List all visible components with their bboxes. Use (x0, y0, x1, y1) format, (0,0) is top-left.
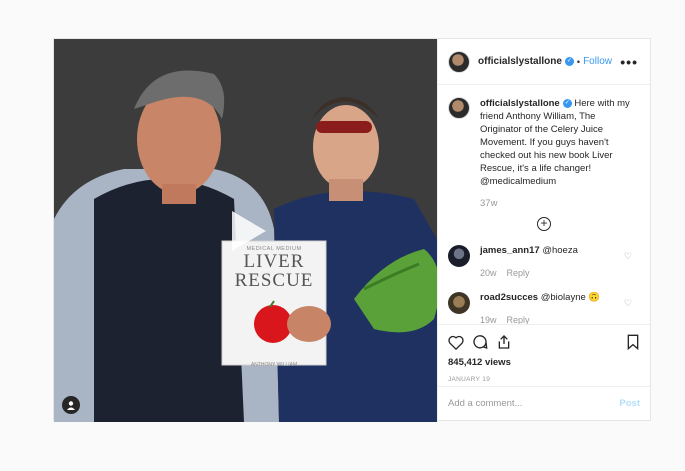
play-icon[interactable] (228, 209, 268, 253)
heart-icon[interactable]: ♡ (624, 251, 632, 262)
share-icon[interactable] (496, 334, 512, 350)
post-button[interactable]: Post (619, 398, 640, 409)
post-actions: 845,412 views JANUARY 19 (438, 324, 650, 386)
post-date[interactable]: JANUARY 19 (448, 376, 640, 383)
more-icon[interactable]: ••• (620, 54, 638, 70)
comment-text: @hoeza (542, 245, 578, 256)
caption-time[interactable]: 37w (480, 198, 640, 209)
post-sidebar: officialslystallone ✓ • Follow ••• offic… (437, 39, 650, 420)
caption-username[interactable]: officialslystallone (480, 98, 560, 109)
caption: officialslystallone ✓ Here with my friend… (448, 97, 640, 188)
verified-icon: ✓ (564, 57, 574, 66)
header-separator: • (576, 56, 581, 67)
heart-icon[interactable] (448, 335, 464, 350)
comment-time[interactable]: 20w (480, 268, 497, 278)
caption-text: officialslystallone ✓ Here with my friend… (480, 97, 630, 188)
caption-avatar[interactable] (448, 97, 470, 119)
heart-icon[interactable]: ♡ (624, 298, 632, 309)
add-icon[interactable]: + (537, 217, 551, 231)
follow-button[interactable]: Follow (583, 56, 612, 67)
header-username[interactable]: officialslystallone (478, 56, 562, 67)
verified-icon: ✓ (562, 98, 572, 108)
comment-username[interactable]: james_ann17 (480, 245, 540, 256)
book-cover: MEDICAL MEDIUM LIVER RESCUE ANTHONY WILL… (222, 241, 326, 368)
comment-avatar[interactable] (448, 245, 470, 267)
comment-time[interactable]: 19w (480, 315, 497, 324)
comment-item: james_ann17 @hoeza 20w Reply ♡ (448, 245, 640, 278)
comment-list: officialslystallone ✓ Here with my friend… (438, 85, 650, 324)
view-count[interactable]: 845,412 views (448, 357, 640, 368)
comment-avatar[interactable] (448, 292, 470, 314)
post-header: officialslystallone ✓ • Follow ••• (438, 39, 650, 85)
book-author: ANTHONY WILLIAM (250, 362, 298, 368)
caption-body: Here with my friend Anthony William, The… (480, 98, 630, 187)
user-tag-icon[interactable] (62, 396, 80, 414)
comment-username[interactable]: road2succes (480, 292, 538, 303)
avatar[interactable] (448, 50, 470, 73)
post-card: MEDICAL MEDIUM LIVER RESCUE ANTHONY WILL… (53, 38, 651, 422)
book-title-line1: LIVER (243, 251, 305, 272)
comment-input[interactable]: Add a comment... (448, 398, 522, 409)
save-icon[interactable] (626, 334, 640, 350)
video-media[interactable]: MEDICAL MEDIUM LIVER RESCUE ANTHONY WILL… (54, 39, 437, 422)
reply-button[interactable]: Reply (507, 268, 530, 278)
comment-icon[interactable] (472, 334, 488, 350)
comment-text: @biolayne 🙃 (540, 292, 601, 303)
book-title-line2: RESCUE (234, 270, 314, 291)
reply-button[interactable]: Reply (507, 315, 530, 324)
comment-item: road2succes @biolayne 🙃 19w Reply ♡ (448, 292, 640, 324)
comment-form: Add a comment... Post (438, 386, 650, 420)
